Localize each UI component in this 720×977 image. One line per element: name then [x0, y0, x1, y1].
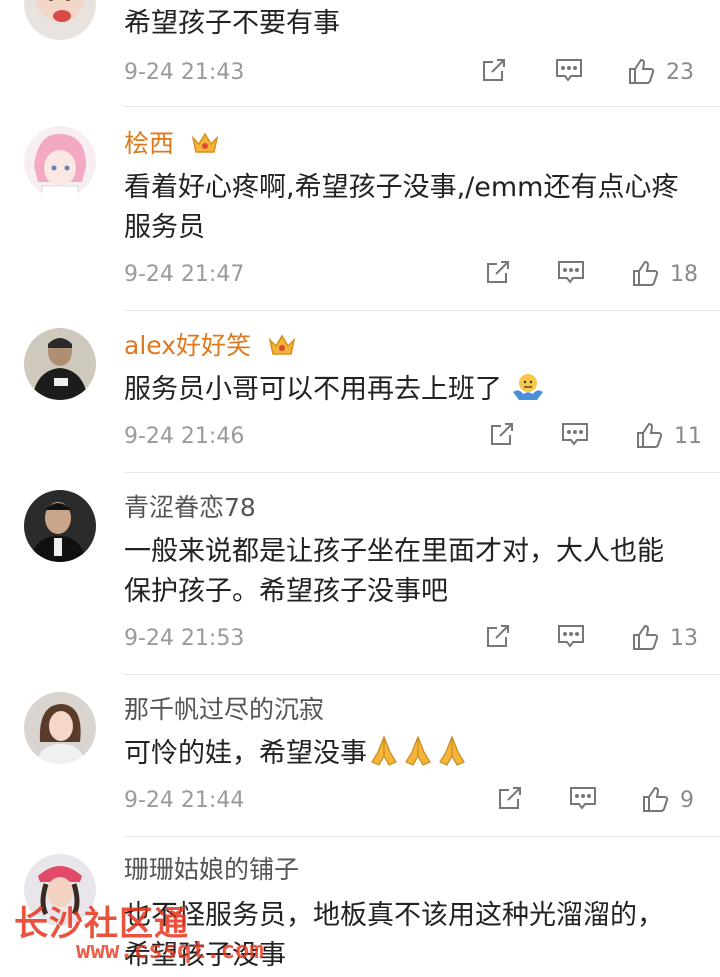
- share-icon[interactable]: [484, 258, 512, 286]
- comment-time: 9-24 21:47: [124, 262, 245, 287]
- share-icon[interactable]: [484, 622, 512, 650]
- share-icon[interactable]: [488, 420, 516, 448]
- crown-icon: [190, 130, 220, 164]
- shrug-emoji: [511, 370, 545, 416]
- comment-time: 9-24 21:43: [124, 60, 245, 85]
- username[interactable]: alex好好笑: [124, 330, 297, 366]
- comment-text: 看着好心疼啊,希望孩子没事,/emm还有点心疼服务员: [124, 172, 679, 243]
- like-count: 9: [680, 788, 694, 813]
- like-count: 11: [674, 424, 702, 449]
- comment-meta: 9-24 21:46 11: [124, 420, 702, 456]
- username-text: 珊珊姑娘的铺子: [124, 855, 300, 884]
- comment-time: 9-24 21:53: [124, 626, 245, 651]
- comment-time: 9-24 21:46: [124, 424, 245, 449]
- comment-text-content: 服务员小哥可以不用再去上班了: [124, 374, 502, 405]
- pray-emoji: [435, 734, 469, 780]
- divider: [124, 310, 720, 311]
- divider: [124, 106, 720, 107]
- comment-icon[interactable]: [568, 784, 598, 812]
- avatar[interactable]: [24, 692, 96, 764]
- like-icon[interactable]: [626, 56, 656, 86]
- avatar[interactable]: [24, 328, 96, 400]
- username[interactable]: 珊珊姑娘的铺子: [124, 854, 299, 886]
- like-icon[interactable]: [640, 784, 670, 814]
- username-text: 桧西: [124, 129, 175, 158]
- comment-meta: 9-24 21:47 18: [124, 258, 698, 294]
- username[interactable]: 青涩眷恋78: [124, 492, 256, 524]
- comment-text: 服务员小哥可以不用再去上班了: [124, 370, 684, 416]
- comment-text: 一般来说都是让孩子坐在里面才对，大人也能保护孩子。希望孩子没事吧: [124, 536, 664, 607]
- comment-text: 可怜的娃，希望没事: [124, 734, 684, 780]
- comment-time: 9-24 21:44: [124, 788, 245, 813]
- like-count: 13: [670, 626, 698, 651]
- username[interactable]: 那千帆过尽的沉寂: [124, 694, 324, 726]
- username[interactable]: 桧西: [124, 128, 220, 164]
- divider: [124, 472, 720, 473]
- watermark-url: www.cssqt.com: [76, 936, 264, 964]
- comment-meta: 9-24 21:53 13: [124, 622, 698, 658]
- username-text: 那千帆过尽的沉寂: [124, 695, 325, 724]
- comment-meta: 9-24 21:43 23: [124, 56, 696, 92]
- like-icon[interactable]: [630, 258, 660, 288]
- comment-icon[interactable]: [556, 622, 586, 650]
- comment-icon[interactable]: [560, 420, 590, 448]
- username-text: 青涩眷恋78: [124, 493, 256, 522]
- comment-text-content: 可怜的娃，希望没事: [124, 738, 367, 769]
- avatar[interactable]: [24, 126, 96, 198]
- divider: [124, 674, 720, 675]
- like-count: 18: [670, 262, 698, 287]
- like-count: 23: [666, 60, 694, 85]
- crown-icon: [267, 332, 297, 366]
- comment-icon[interactable]: [556, 258, 586, 286]
- share-icon[interactable]: [496, 784, 524, 812]
- divider: [124, 836, 720, 837]
- avatar[interactable]: [24, 490, 96, 562]
- pray-emoji: [401, 734, 435, 780]
- pray-emoji: [367, 734, 401, 780]
- username-text: alex好好笑: [124, 331, 252, 360]
- like-icon[interactable]: [634, 420, 664, 450]
- share-icon[interactable]: [480, 56, 508, 84]
- avatar[interactable]: [24, 0, 96, 40]
- like-icon[interactable]: [630, 622, 660, 652]
- comment-icon[interactable]: [554, 56, 584, 84]
- comment-text: 希望孩子不要有事: [124, 8, 340, 39]
- comment-meta: 9-24 21:44 9: [124, 784, 696, 820]
